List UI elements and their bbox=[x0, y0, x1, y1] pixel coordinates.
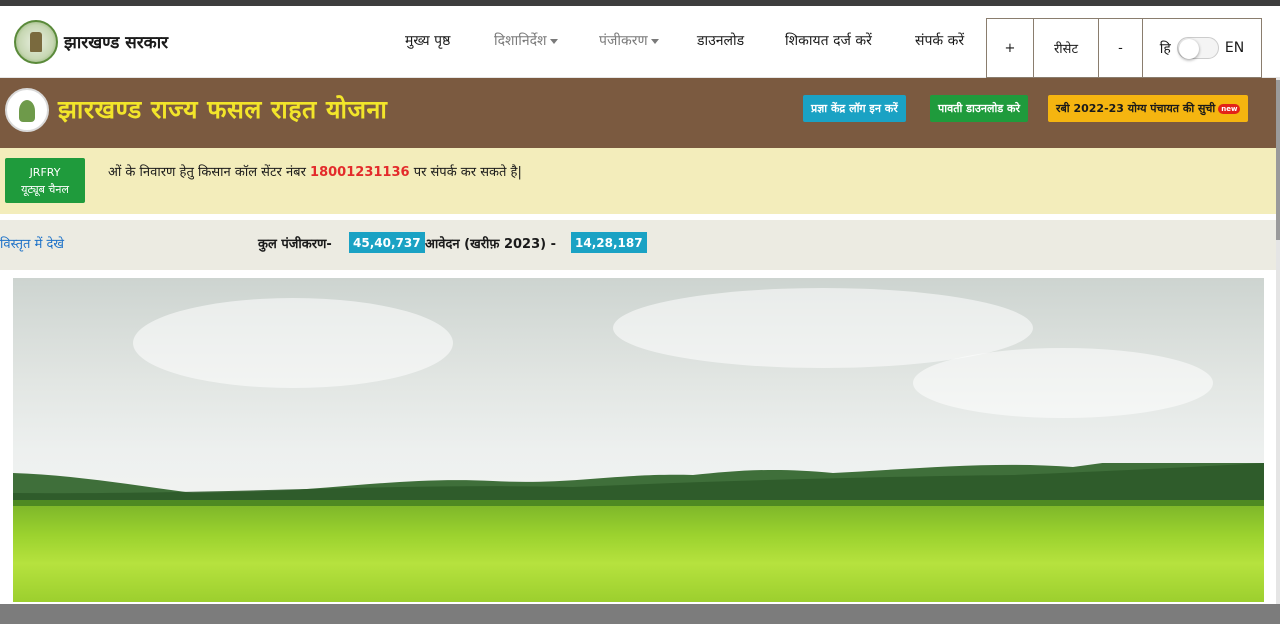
scrollbar-thumb[interactable] bbox=[1276, 80, 1280, 240]
language-switch: हि EN bbox=[1142, 18, 1262, 78]
hero-field-image bbox=[13, 278, 1264, 602]
chevron-down-icon bbox=[549, 38, 558, 44]
gov-name[interactable]: झारखण्ड सरकार bbox=[64, 30, 168, 53]
jharkhand-emblem-icon[interactable] bbox=[14, 20, 58, 64]
font-increase-button[interactable]: + bbox=[986, 18, 1034, 78]
applications-value: 14,28,187 bbox=[571, 232, 647, 253]
applications-label: आवेदन (खरीफ़ 2023) - bbox=[425, 237, 557, 252]
nav-home[interactable]: मुख्य पृष्ठ bbox=[405, 31, 450, 50]
notice-marquee-text: ओं के निवारण हेतु किसान कॉल सेंटर नंबर 1… bbox=[108, 165, 522, 180]
language-toggle[interactable] bbox=[1176, 37, 1219, 59]
total-registration-label: कुल पंजीकरण- bbox=[258, 237, 332, 252]
cloud bbox=[133, 298, 453, 388]
scheme-logo-icon bbox=[5, 88, 49, 132]
lang-english-label: EN bbox=[1224, 40, 1245, 56]
new-badge: new bbox=[1218, 103, 1241, 114]
total-registration-value: 45,40,737 bbox=[349, 232, 425, 253]
youtube-channel-button[interactable]: JRFRY यूट्यूब चैनल bbox=[5, 158, 85, 203]
scheme-banner: झारखण्ड राज्य फसल राहत योजना प्रज्ञा कें… bbox=[0, 78, 1280, 148]
font-decrease-button[interactable]: - bbox=[1098, 18, 1143, 78]
nav-complaint[interactable]: शिकायत दर्ज करें bbox=[785, 31, 872, 50]
font-reset-button[interactable]: रीसेट bbox=[1033, 18, 1099, 78]
chevron-down-icon bbox=[650, 38, 659, 44]
pragya-kendra-login-button[interactable]: प्रज्ञा केंद्र लॉग इन करें bbox=[803, 95, 906, 122]
receipt-download-button[interactable]: पावती डाउनलोड करे bbox=[930, 95, 1028, 122]
lang-hindi-label: हि bbox=[1159, 40, 1171, 57]
nav-guidelines[interactable]: दिशानिर्देश bbox=[494, 31, 558, 50]
notice-bar: JRFRY यूट्यूब चैनल ओं के निवारण हेतु किस… bbox=[0, 148, 1276, 214]
helpline-number: 18001231136 bbox=[310, 165, 410, 180]
nav-contact[interactable]: संपर्क करें bbox=[915, 31, 964, 50]
navbar: झारखण्ड सरकार मुख्य पृष्ठ दिशानिर्देश पं… bbox=[0, 6, 1280, 78]
scheme-title: झारखण्ड राज्य फसल राहत योजना bbox=[58, 95, 388, 124]
nav-registration[interactable]: पंजीकरण bbox=[599, 31, 659, 50]
view-details-link[interactable]: विस्तृत में देखे bbox=[0, 234, 64, 252]
rabi-panchayat-list-button[interactable]: रबी 2022-23 योग्य पंचायत की सुची new bbox=[1048, 95, 1249, 122]
cloud bbox=[913, 348, 1213, 418]
nav-download[interactable]: डाउनलोड bbox=[697, 31, 744, 50]
bottom-bar bbox=[0, 604, 1280, 624]
rice-field bbox=[13, 506, 1264, 602]
stats-bar: विस्तृत में देखे कुल पंजीकरण- 45,40,737 … bbox=[0, 220, 1276, 270]
